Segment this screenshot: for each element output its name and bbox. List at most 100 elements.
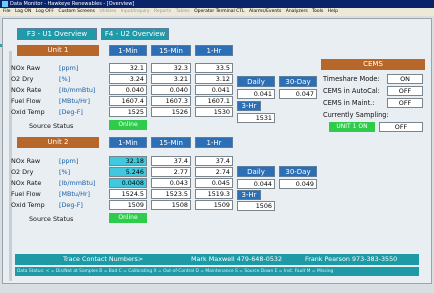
unit2-3hr-button[interactable]: 3-Hr bbox=[237, 190, 261, 200]
unit2-daily-button[interactable]: Daily bbox=[237, 166, 275, 177]
unit2-noxrate-1min: 0.0408 bbox=[109, 178, 147, 188]
unit1-15min-button[interactable]: 15-Min bbox=[151, 45, 191, 56]
window-title: Data Monitor - Hawkeye Renewables - [Ove… bbox=[10, 1, 135, 7]
unit2-noxrate-unit: [lb/mmBtu] bbox=[59, 179, 96, 187]
data-status-legend: Data Status: < = Dis/Not at Samples B = … bbox=[15, 267, 419, 276]
unit1-o2dry-1min: 3.24 bbox=[109, 74, 147, 84]
menu-help[interactable]: Help bbox=[328, 9, 338, 14]
unit2-noxrate-30day: 0.049 bbox=[279, 179, 317, 189]
unit1-source-status-label: Source Status bbox=[29, 122, 74, 130]
cems-sampling-unit-badge: UNIT 1 ON bbox=[329, 122, 375, 132]
unit2-oxidtemp-label: Oxid Temp bbox=[11, 201, 45, 209]
unit2-oxidtemp-15min: 1508 bbox=[151, 200, 191, 210]
unit1-source-status-badge: Online bbox=[109, 120, 147, 130]
unit2-15min-button[interactable]: 15-Min bbox=[151, 137, 191, 148]
unit1-3hr-button[interactable]: 3-Hr bbox=[237, 101, 261, 111]
unit1-noxraw-1min: 32.1 bbox=[109, 63, 147, 73]
unit2-o2dry-15min: 2.77 bbox=[151, 167, 191, 177]
menu-input-inquiry[interactable]: Input/Inquiry bbox=[121, 9, 150, 14]
unit2-noxraw-1min: 32.18 bbox=[109, 156, 147, 166]
unit1-noxrate-15min: 0.040 bbox=[151, 85, 191, 95]
unit2-source-status-badge: Online bbox=[109, 213, 147, 223]
unit1-oxidtemp-1min: 1525 bbox=[109, 107, 147, 117]
unit1-noxrate-1hr: 0.041 bbox=[195, 85, 233, 95]
app-icon bbox=[2, 1, 8, 7]
cems-sampling-value: OFF bbox=[379, 122, 423, 132]
unit2-o2dry-unit: [%] bbox=[59, 168, 71, 176]
cems-autocal-value: OFF bbox=[387, 86, 423, 96]
cems-timeshare-label: Timeshare Mode: bbox=[323, 75, 380, 83]
unit1-oxidtemp-unit: [Deg-F] bbox=[59, 108, 83, 116]
menu-operator-terminal[interactable]: Operator Terminal CTL bbox=[194, 9, 244, 14]
unit2-fuelflow-1hr: 1519.3 bbox=[195, 189, 233, 199]
unit1-1hr-button[interactable]: 1-Hr bbox=[195, 45, 233, 56]
cems-maint-label: CEMS in Maint.: bbox=[323, 99, 375, 107]
cems-maint-value: OFF bbox=[387, 98, 423, 108]
menu-reports[interactable]: Reports bbox=[154, 9, 171, 14]
unit1-30day-button[interactable]: 30-Day bbox=[279, 76, 317, 87]
menu-alarms-events[interactable]: Alarms/Events bbox=[249, 9, 281, 14]
unit2-noxraw-label: NOx Raw bbox=[11, 157, 41, 165]
unit1-o2dry-label: O2 Dry bbox=[11, 75, 34, 83]
unit1-daily-button[interactable]: Daily bbox=[237, 76, 275, 87]
unit2-noxraw-1hr: 37.4 bbox=[195, 156, 233, 166]
unit1-oxidtemp-label: Oxid Temp bbox=[11, 108, 45, 116]
unit1-fuelflow-unit: [MBtu/Hr] bbox=[59, 97, 91, 105]
menu-log-on[interactable]: Log ON bbox=[15, 9, 31, 14]
unit1-oxidtemp-3hr: 1531 bbox=[237, 113, 275, 123]
legend-text: Data Status: < = Dis/Not at Samples B = … bbox=[17, 269, 334, 274]
menu-log-off[interactable]: Log OFF bbox=[36, 9, 54, 14]
unit1-fuelflow-1hr: 1607.1 bbox=[195, 96, 233, 106]
unit2-1min-button[interactable]: 1-Min bbox=[109, 137, 147, 148]
tab-u2-overview[interactable]: F4 - U2 Overview bbox=[101, 28, 169, 40]
unit1-fuelflow-1min: 1607.4 bbox=[109, 96, 147, 106]
tab-u1-overview[interactable]: F3 - U1 Overview bbox=[17, 28, 97, 40]
unit1-noxraw-1hr: 33.5 bbox=[195, 63, 233, 73]
unit1-1min-button[interactable]: 1-Min bbox=[109, 45, 147, 56]
cems-timeshare-value: ON bbox=[387, 74, 423, 84]
unit2-1hr-button[interactable]: 1-Hr bbox=[195, 137, 233, 148]
unit1-noxraw-15min: 32.3 bbox=[151, 63, 191, 73]
unit1-noxrate-1min: 0.040 bbox=[109, 85, 147, 95]
unit2-fuelflow-15min: 1523.5 bbox=[151, 189, 191, 199]
menu-utilities[interactable]: Utilities bbox=[99, 9, 116, 14]
unit2-30day-button[interactable]: 30-Day bbox=[279, 166, 317, 177]
unit1-fuelflow-label: Fuel Flow bbox=[11, 97, 41, 105]
unit1-oxidtemp-15min: 1526 bbox=[151, 107, 191, 117]
unit1-o2dry-unit: [%] bbox=[59, 75, 71, 83]
unit2-o2dry-1hr: 2.74 bbox=[195, 167, 233, 177]
trace-contact-label: Trace Contact Numbers> bbox=[63, 255, 144, 263]
menu-custom-screens[interactable]: Custom Screens bbox=[58, 9, 95, 14]
unit2-header: Unit 2 bbox=[17, 137, 99, 148]
unit2-oxidtemp-unit: [Deg-F] bbox=[59, 201, 83, 209]
unit1-noxraw-label: NOx Raw bbox=[11, 64, 41, 72]
contact-frank-pearson: Frank Pearson 973-383-3550 bbox=[305, 255, 398, 263]
unit1-oxidtemp-1hr: 1530 bbox=[195, 107, 233, 117]
unit2-o2dry-label: O2 Dry bbox=[11, 168, 34, 176]
menu-file[interactable]: File bbox=[3, 9, 11, 14]
cems-header: CEMS bbox=[321, 59, 425, 70]
unit1-header: Unit 1 bbox=[17, 45, 99, 56]
menu-bar: File Log ON Log OFF Custom Screens Utili… bbox=[0, 8, 434, 16]
unit2-noxrate-label: NOx Rate bbox=[11, 179, 42, 187]
unit2-oxidtemp-1min: 1509 bbox=[109, 200, 147, 210]
unit2-noxrate-15min: 0.043 bbox=[151, 178, 191, 188]
unit1-noxrate-label: NOx Rate bbox=[11, 86, 42, 94]
cems-sampling-label: Currently Sampling: bbox=[323, 111, 389, 119]
unit2-oxidtemp-1hr: 1509 bbox=[195, 200, 233, 210]
unit2-fuelflow-unit: [MBtu/Hr] bbox=[59, 190, 91, 198]
unit2-fuelflow-label: Fuel Flow bbox=[11, 190, 41, 198]
unit2-noxraw-unit: [ppm] bbox=[59, 157, 79, 165]
menu-analyzers[interactable]: Analyzers bbox=[286, 9, 308, 14]
unit1-noxraw-unit: [ppm] bbox=[59, 64, 79, 72]
unit2-oxidtemp-3hr: 1506 bbox=[237, 201, 275, 211]
contact-mark-maxwell: Mark Maxwell 479-648-0532 bbox=[191, 255, 283, 263]
menu-tables[interactable]: Tables bbox=[176, 9, 190, 14]
unit2-o2dry-1min: 5.246 bbox=[109, 167, 147, 177]
unit1-o2dry-15min: 3.21 bbox=[151, 74, 191, 84]
unit2-noxraw-15min: 37.4 bbox=[151, 156, 191, 166]
cems-autocal-label: CEMS in AutoCal: bbox=[323, 87, 380, 95]
unit1-noxrate-30day: 0.047 bbox=[279, 89, 317, 99]
unit2-source-status-label: Source Status bbox=[29, 215, 74, 223]
menu-tools[interactable]: Tools bbox=[312, 9, 323, 14]
